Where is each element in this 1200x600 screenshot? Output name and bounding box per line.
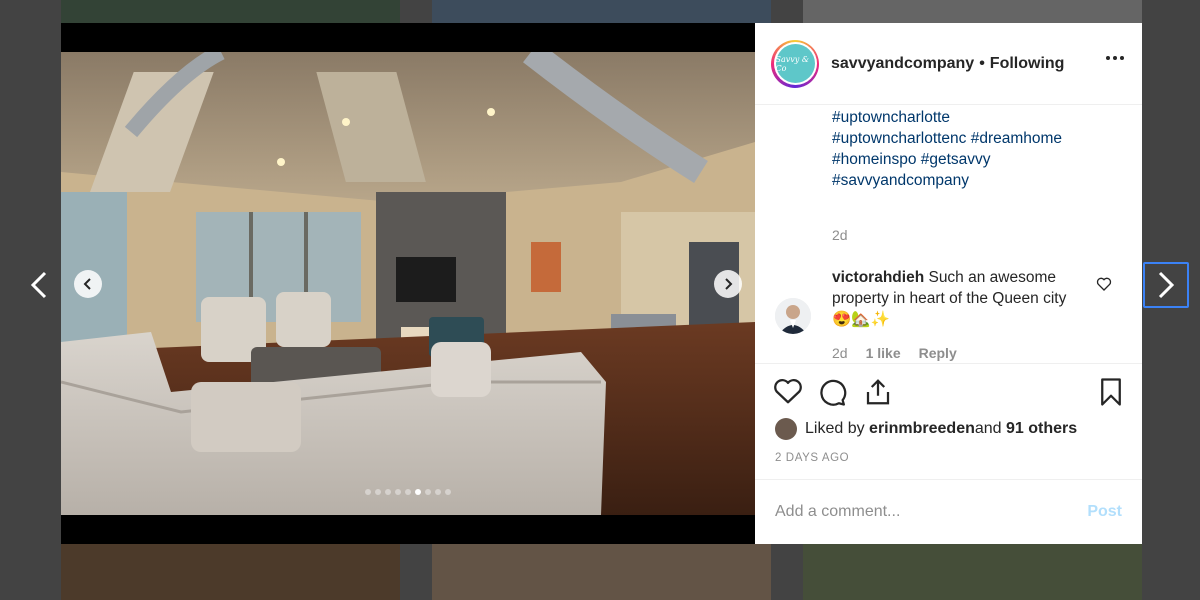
liked-by-row: Liked by erinmbreeden and 91 others: [775, 418, 1077, 440]
carousel-next-button[interactable]: [714, 270, 742, 298]
carousel-prev-button[interactable]: [74, 270, 102, 298]
bookmark-icon[interactable]: [1098, 377, 1124, 407]
post-photo[interactable]: [61, 52, 755, 515]
person-avatar-icon: [775, 298, 811, 334]
previous-post-button[interactable]: [16, 262, 62, 308]
hashtag-link[interactable]: #uptowncharlottenc #dreamhome: [832, 128, 1062, 149]
liked-by-user-link[interactable]: erinmbreeden: [869, 420, 975, 438]
carousel-dot: [375, 489, 381, 495]
comments-section: #uptowncharlotte #uptowncharlottenc #dre…: [755, 106, 1142, 361]
caption-hashtags: #uptowncharlotte #uptowncharlottenc #dre…: [832, 107, 1062, 191]
chevron-right-icon: [1158, 271, 1175, 299]
commenter-avatar[interactable]: [775, 298, 811, 334]
carousel-dot: [435, 489, 441, 495]
chevron-left-icon: [83, 278, 91, 290]
chevron-left-icon: [30, 271, 47, 299]
post-actions: [755, 363, 1142, 423]
post-media: [61, 23, 755, 544]
add-comment-bar: Post: [755, 479, 1142, 544]
liked-by-and: and: [974, 420, 1002, 437]
comment-input[interactable]: [775, 503, 1088, 521]
carousel-dot: [445, 489, 451, 495]
carousel-dot: [365, 489, 371, 495]
carousel-dot: [415, 489, 421, 495]
hashtag-link[interactable]: #homeinspo #getsavvy: [832, 149, 1062, 170]
brand-logo: Savvy & Co: [775, 44, 815, 83]
liked-by-prefix: Liked by: [805, 420, 865, 437]
carousel-dot: [395, 489, 401, 495]
header-user-line: savvyandcompany • Following: [831, 55, 1064, 73]
post-date[interactable]: 2 DAYS AGO: [775, 452, 849, 464]
carousel-dot: [385, 489, 391, 495]
loft-living-room-photo: [61, 52, 755, 515]
liked-by-others-link[interactable]: 91 others: [1006, 420, 1077, 438]
post-details-panel: Savvy & Co savvyandcompany • Following #up…: [755, 23, 1142, 544]
post-modal: Savvy & Co savvyandcompany • Following #up…: [61, 23, 1142, 544]
caption-timestamp[interactable]: 2d: [832, 227, 848, 243]
username-link[interactable]: savvyandcompany: [831, 55, 974, 72]
reply-button[interactable]: Reply: [919, 345, 957, 361]
carousel-dot: [405, 489, 411, 495]
comment-timestamp[interactable]: 2d: [832, 345, 848, 361]
liker-avatar[interactable]: [775, 418, 797, 440]
share-icon[interactable]: [863, 377, 893, 407]
separator-dot: •: [979, 54, 985, 72]
follow-status-button[interactable]: Following: [990, 55, 1065, 72]
comment-likes-count[interactable]: 1 like: [866, 345, 901, 361]
post-header: Savvy & Co savvyandcompany • Following: [755, 23, 1142, 105]
carousel-indicator: [61, 489, 755, 495]
chevron-right-icon: [725, 278, 733, 290]
heart-icon[interactable]: [773, 377, 803, 405]
commenter-username[interactable]: victorahdieh: [832, 269, 924, 286]
avatar-frame: Savvy & Co: [773, 42, 817, 85]
post-comment-button[interactable]: Post: [1087, 503, 1122, 521]
next-post-button[interactable]: [1143, 262, 1189, 308]
comment-meta: 2d 1 like Reply: [832, 345, 957, 361]
comment-icon[interactable]: [817, 377, 847, 407]
hashtag-link[interactable]: #savvyandcompany: [832, 170, 1062, 191]
like-comment-heart-icon[interactable]: [1096, 276, 1112, 292]
more-options-icon[interactable]: [1106, 56, 1124, 60]
hashtag-link[interactable]: #uptowncharlotte: [832, 107, 1062, 128]
carousel-dot: [425, 489, 431, 495]
profile-avatar[interactable]: Savvy & Co: [771, 39, 819, 88]
comment-body: victorahdieh Such an awesome property in…: [832, 267, 1088, 330]
